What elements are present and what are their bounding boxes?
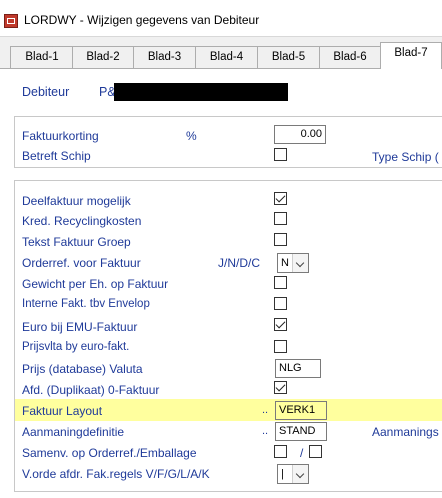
faktuurkorting-label: Faktuurkorting [22, 129, 99, 143]
window-title: LORDWY - Wijzigen gegevens van Debiteur [24, 13, 260, 27]
tab-blad-6[interactable]: Blad-6 [319, 46, 381, 68]
orderref-options-hint: J/N/D/C [218, 256, 260, 270]
afd-duplikaat-label: Afd. (Duplikaat) 0-Faktuur [22, 383, 160, 397]
tekst-faktuur-groep-label: Tekst Faktuur Groep [22, 235, 131, 249]
tab-blad-7[interactable]: Blad-7 [380, 42, 442, 69]
chevron-down-icon [292, 465, 308, 483]
aanmaningdefinitie-input[interactable]: STAND [275, 422, 327, 441]
faktuur-layout-input[interactable]: VERK1 [275, 401, 327, 420]
tab-blad-3[interactable]: Blad-3 [133, 46, 196, 68]
faktuur-layout-label: Faktuur Layout [22, 404, 103, 418]
gewicht-label: Gewicht per Eh. op Faktuur [22, 277, 169, 291]
orderref-select[interactable]: N [277, 253, 309, 273]
aanmaningdefinitie-lookup-dots[interactable]: .. [262, 425, 268, 437]
tekst-faktuur-groep-checkbox[interactable] [274, 233, 287, 246]
tab-page-blad-7: Debiteur P& Faktuurkorting % 0.00 Betref… [0, 68, 442, 498]
type-schip-label: Type Schip ( [372, 150, 439, 164]
prijs-valuta-label: Prijs (database) Valuta [22, 362, 143, 376]
vorde-selected-value: | [281, 468, 284, 480]
deelfaktuur-checkbox[interactable] [274, 192, 287, 205]
samenv-emballage-checkbox[interactable] [309, 445, 322, 458]
samenv-separator: / [300, 446, 304, 460]
aanmaningdefinitie-label: Aanmaningdefinitie [22, 425, 125, 439]
tab-strip: Blad-1 Blad-2 Blad-3 Blad-4 Blad-5 Blad-… [0, 42, 442, 69]
interne-fakt-checkbox[interactable] [274, 297, 287, 310]
redacted-debiteur-name [114, 83, 288, 101]
window-title-bar: LORDWY - Wijzigen gegevens van Debiteur [0, 0, 442, 37]
prijsvlta-checkbox[interactable] [274, 340, 287, 353]
gewicht-checkbox[interactable] [274, 276, 287, 289]
debiteur-label: Debiteur [22, 85, 70, 99]
vorde-label: V.orde afdr. Fak.regels V/F/G/L/A/K [22, 467, 210, 481]
app-icon [4, 14, 18, 28]
euro-emu-checkbox[interactable] [274, 318, 287, 331]
vorde-select[interactable]: | [277, 464, 309, 484]
tab-blad-5[interactable]: Blad-5 [257, 46, 320, 68]
percent-unit: % [186, 129, 197, 143]
orderref-label: Orderref. voor Faktuur [22, 256, 141, 270]
interne-fakt-label: Interne Fakt. tbv Envelop [22, 298, 150, 310]
chevron-down-icon [292, 254, 308, 272]
tab-blad-2[interactable]: Blad-2 [72, 46, 134, 68]
samenv-orderref-checkbox[interactable] [274, 445, 287, 458]
euro-emu-label: Euro bij EMU-Faktuur [22, 320, 138, 334]
tab-blad-1[interactable]: Blad-1 [10, 46, 74, 68]
prijsvlta-label: Prijsvlta by euro-fakt. [22, 341, 130, 353]
faktuurkorting-input[interactable]: 0.00 [274, 125, 326, 144]
samenv-label: Samenv. op Orderref./Emballage [22, 446, 197, 460]
betreft-schip-checkbox[interactable] [274, 148, 287, 161]
faktuur-layout-lookup-dots[interactable]: .. [262, 404, 268, 416]
kred-recycling-checkbox[interactable] [274, 212, 287, 225]
prijs-valuta-input[interactable]: NLG [275, 359, 321, 378]
kred-recycling-label: Kred. Recyclingkosten [22, 214, 142, 228]
aanmanings-label: Aanmanings [372, 425, 439, 439]
deelfaktuur-label: Deelfaktuur mogelijk [22, 194, 131, 208]
afd-duplikaat-checkbox[interactable] [274, 381, 287, 394]
tab-blad-4[interactable]: Blad-4 [195, 46, 258, 68]
orderref-selected-value: N [281, 257, 289, 269]
betreft-schip-label: Betreft Schip [22, 149, 91, 163]
